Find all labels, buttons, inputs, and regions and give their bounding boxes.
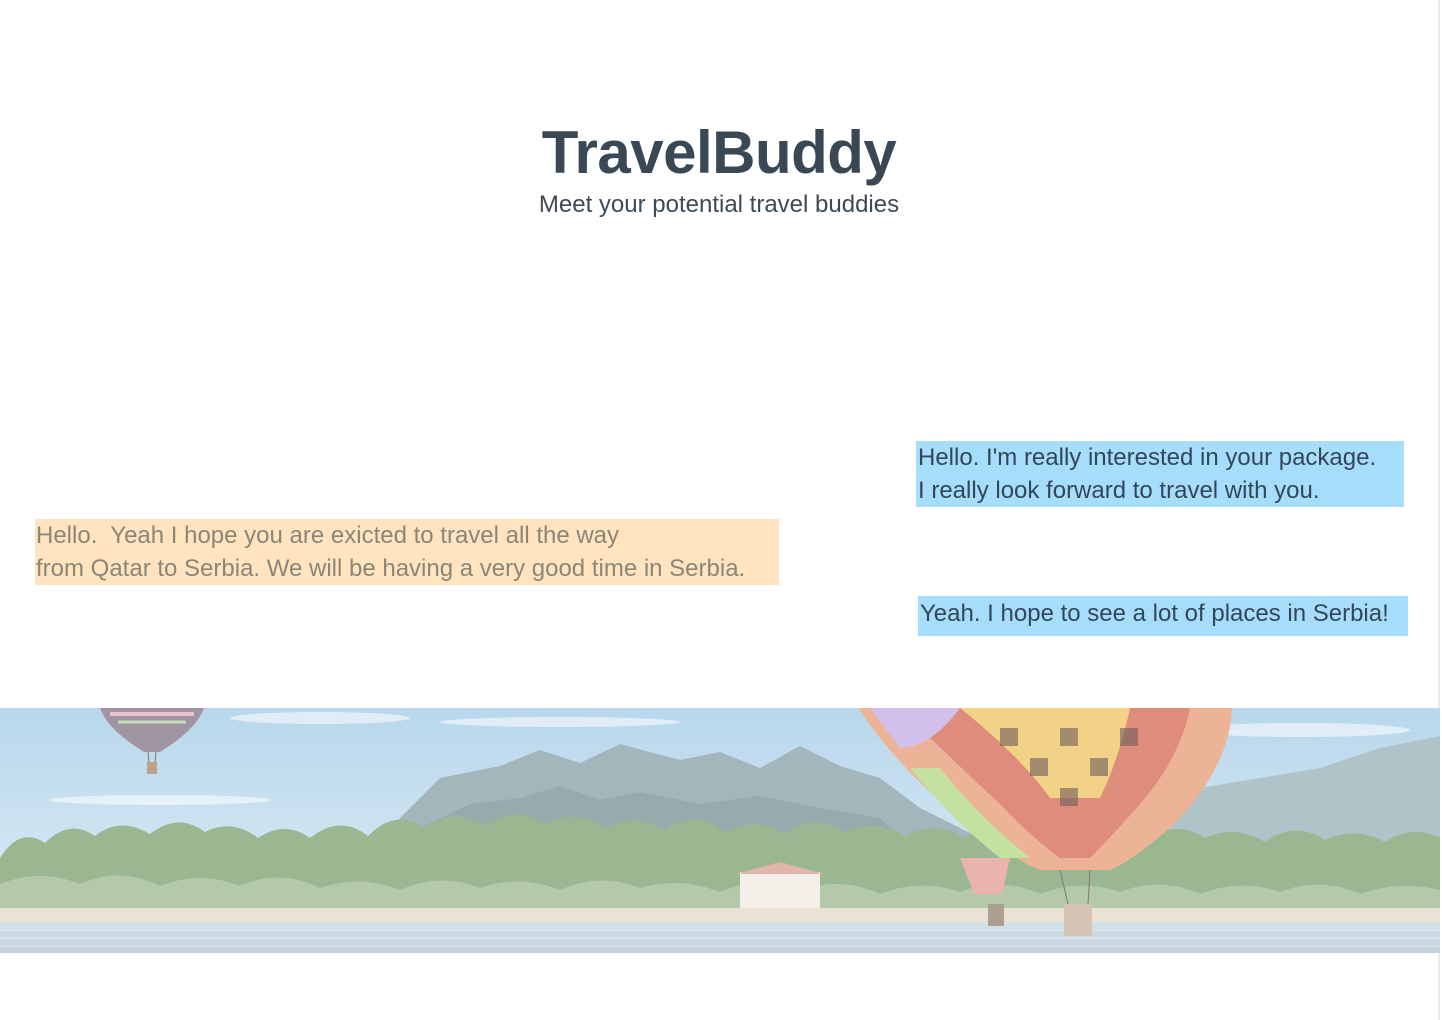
balloons-landscape-illustration xyxy=(0,708,1440,953)
sent-message: Hello. I'm really interested in your pac… xyxy=(916,441,1404,507)
sent-message: Yeah. I hope to see a lot of places in S… xyxy=(918,596,1408,636)
page-header: TravelBuddy Meet your potential travel b… xyxy=(0,118,1438,220)
app-subtitle: Meet your potential travel buddies xyxy=(538,191,900,218)
banner-image xyxy=(0,708,1440,953)
app-title: TravelBuddy xyxy=(541,119,897,186)
received-message: Hello. Yeah I hope you are exicted to tr… xyxy=(35,519,779,585)
